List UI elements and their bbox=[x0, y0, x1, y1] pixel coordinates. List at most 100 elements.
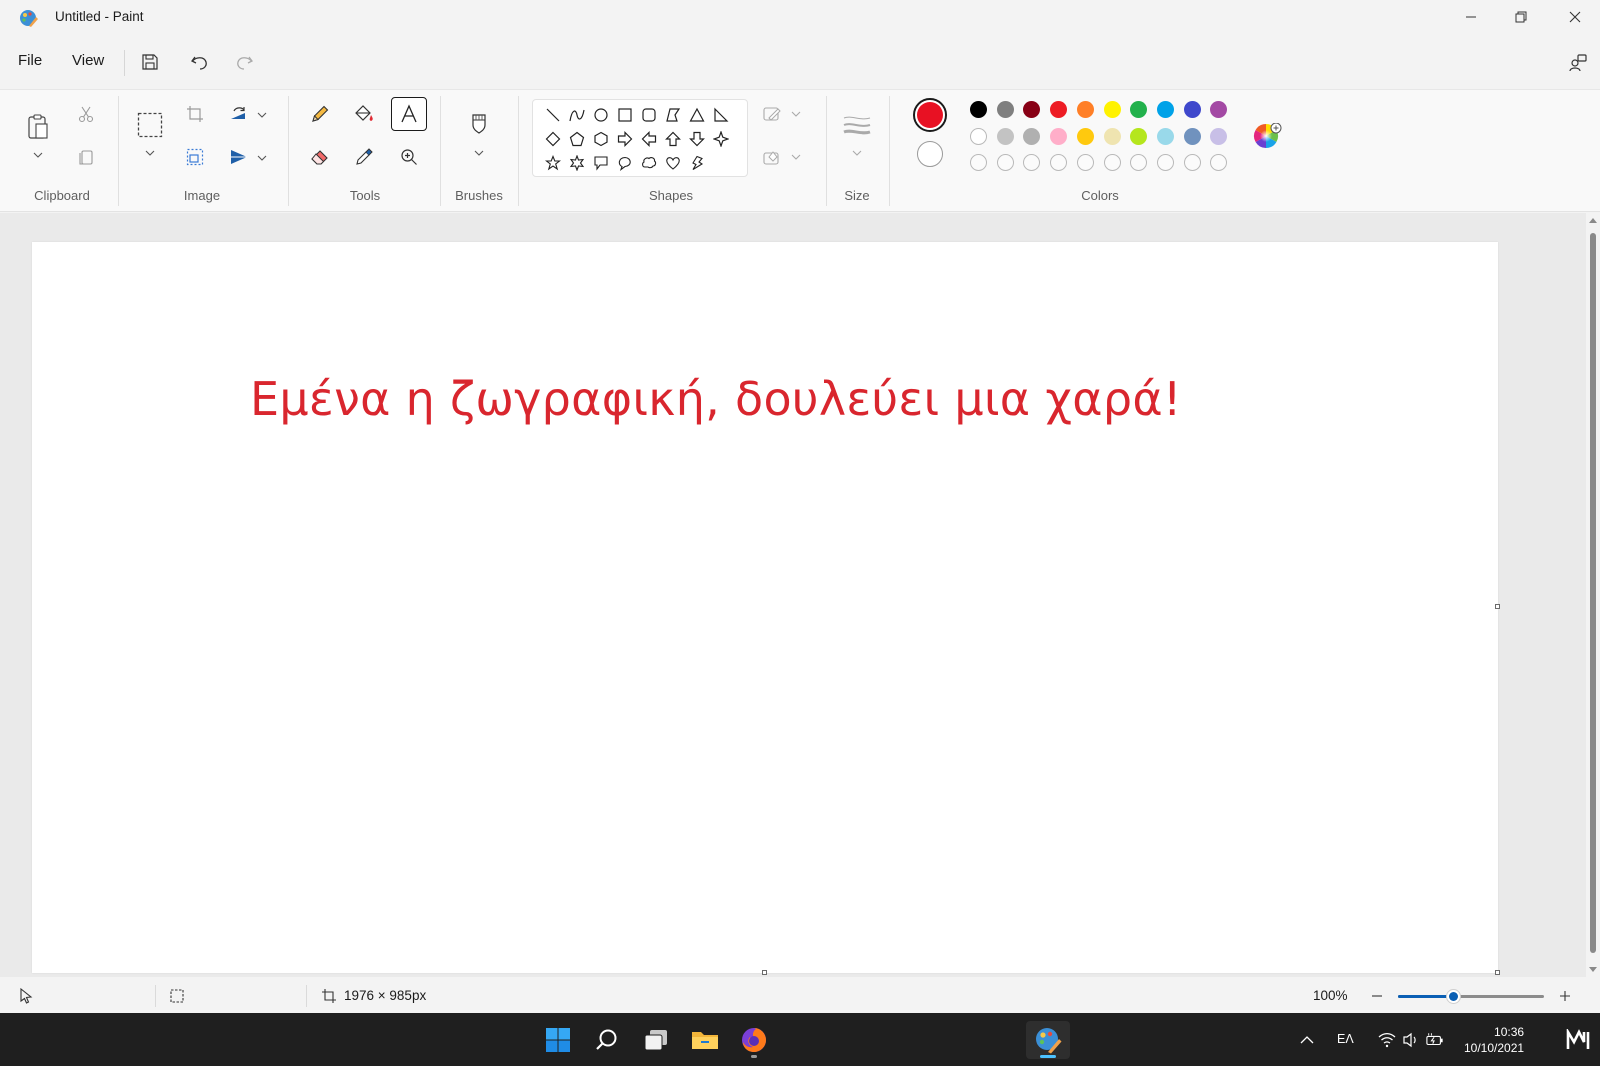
color-swatch[interactable] bbox=[1156, 154, 1174, 171]
curve-shape[interactable] bbox=[566, 104, 588, 126]
select-chevron-icon[interactable] bbox=[145, 148, 155, 158]
size-button[interactable] bbox=[840, 108, 874, 142]
six-point-star-shape[interactable] bbox=[566, 152, 588, 174]
color-swatch[interactable] bbox=[1130, 101, 1148, 118]
color-swatch[interactable] bbox=[1050, 154, 1068, 171]
text-tool[interactable] bbox=[391, 97, 427, 131]
color-swatch[interactable] bbox=[1210, 101, 1228, 118]
share-button[interactable] bbox=[1564, 50, 1592, 76]
cloud-callout-shape[interactable] bbox=[638, 152, 660, 174]
rotate-chevron-icon[interactable] bbox=[257, 110, 267, 120]
battery-icon[interactable] bbox=[1426, 1031, 1444, 1049]
color-swatch[interactable] bbox=[996, 101, 1014, 118]
color-swatch[interactable] bbox=[1023, 154, 1041, 171]
rotate-button[interactable] bbox=[223, 98, 255, 130]
scroll-up-arrow-icon[interactable] bbox=[1588, 215, 1598, 225]
volume-icon[interactable] bbox=[1402, 1031, 1420, 1049]
color-swatch[interactable] bbox=[1076, 127, 1094, 145]
up-arrow-shape[interactable] bbox=[662, 128, 684, 150]
paint-taskbar-button[interactable] bbox=[1026, 1021, 1070, 1059]
color-swatch[interactable] bbox=[1130, 154, 1148, 171]
color-swatch[interactable] bbox=[970, 101, 987, 118]
task-view-button[interactable] bbox=[636, 1021, 676, 1059]
color-swatch[interactable] bbox=[996, 127, 1014, 145]
color-swatch[interactable] bbox=[1130, 127, 1148, 145]
color-swatch[interactable] bbox=[1023, 101, 1041, 118]
save-button[interactable] bbox=[134, 47, 166, 77]
view-menu[interactable]: View bbox=[72, 52, 104, 69]
left-arrow-shape[interactable] bbox=[638, 128, 660, 150]
flip-button[interactable] bbox=[223, 141, 255, 173]
zoom-slider-thumb[interactable] bbox=[1445, 989, 1461, 1004]
four-point-star-shape[interactable] bbox=[710, 128, 732, 150]
secondary-color-button[interactable] bbox=[917, 141, 943, 167]
fill-shape-button[interactable] bbox=[760, 141, 804, 173]
color-swatch[interactable] bbox=[970, 127, 987, 145]
file-explorer-button[interactable] bbox=[685, 1021, 725, 1059]
paste-button[interactable] bbox=[21, 109, 55, 145]
brushes-chevron-icon[interactable] bbox=[474, 148, 484, 158]
pentagon-shape[interactable] bbox=[566, 128, 588, 150]
notification-center-icon[interactable] bbox=[1566, 1029, 1592, 1051]
outline-button[interactable] bbox=[760, 98, 804, 130]
resize-handle-right[interactable] bbox=[1495, 604, 1500, 609]
color-swatch[interactable] bbox=[1076, 101, 1094, 118]
close-button[interactable] bbox=[1550, 0, 1600, 34]
color-swatch[interactable] bbox=[1210, 127, 1228, 145]
color-swatch[interactable] bbox=[970, 154, 987, 171]
color-swatch[interactable] bbox=[1183, 101, 1201, 118]
firefox-button[interactable] bbox=[734, 1021, 774, 1059]
hexagon-shape[interactable] bbox=[590, 128, 612, 150]
color-swatch[interactable] bbox=[1103, 101, 1121, 118]
search-button[interactable] bbox=[587, 1021, 627, 1059]
color-swatch[interactable] bbox=[1183, 154, 1201, 171]
color-swatch[interactable] bbox=[1076, 154, 1094, 171]
oval-callout-shape[interactable] bbox=[614, 152, 636, 174]
color-swatch[interactable] bbox=[1156, 127, 1174, 145]
minimize-button[interactable] bbox=[1446, 0, 1496, 34]
rounded-rectangle-shape[interactable] bbox=[638, 104, 660, 126]
fill-tool[interactable] bbox=[348, 98, 380, 130]
five-point-star-shape[interactable] bbox=[542, 152, 564, 174]
color-swatch[interactable] bbox=[1210, 154, 1228, 171]
vertical-scrollbar[interactable] bbox=[1586, 213, 1600, 977]
zoom-slider[interactable] bbox=[1398, 989, 1544, 1004]
magnifier-tool[interactable] bbox=[393, 141, 425, 173]
drawing-canvas[interactable]: Εμένα η ζωγραφική, δουλεύει μια χαρά! bbox=[32, 242, 1500, 975]
system-clock[interactable]: 10:36 10/10/2021 bbox=[1464, 1024, 1524, 1056]
color-swatch[interactable] bbox=[1023, 127, 1041, 145]
polygon-shape[interactable] bbox=[662, 104, 684, 126]
scrollbar-thumb[interactable] bbox=[1590, 233, 1596, 953]
copy-button[interactable] bbox=[70, 141, 102, 173]
show-hidden-icons-chevron-icon[interactable] bbox=[1298, 1031, 1316, 1049]
down-arrow-shape[interactable] bbox=[686, 128, 708, 150]
color-swatch[interactable] bbox=[1050, 101, 1068, 118]
resize-handle-bottom[interactable] bbox=[762, 970, 767, 975]
line-shape[interactable] bbox=[542, 104, 564, 126]
input-language-indicator[interactable]: ΕΛ bbox=[1337, 1032, 1354, 1046]
restore-button[interactable] bbox=[1496, 0, 1546, 34]
right-triangle-shape[interactable] bbox=[710, 104, 732, 126]
redo-button[interactable] bbox=[228, 47, 260, 77]
color-swatch[interactable] bbox=[1156, 101, 1174, 118]
wifi-icon[interactable] bbox=[1378, 1031, 1396, 1049]
canvas-text[interactable]: Εμένα η ζωγραφική, δουλεύει μια χαρά! bbox=[250, 372, 1182, 426]
zoom-out-button[interactable] bbox=[1368, 987, 1386, 1005]
file-menu[interactable]: File bbox=[18, 52, 42, 69]
color-swatch[interactable] bbox=[1050, 127, 1068, 145]
right-arrow-shape[interactable] bbox=[614, 128, 636, 150]
undo-button[interactable] bbox=[184, 47, 216, 77]
color-swatch[interactable] bbox=[996, 154, 1014, 171]
color-swatch[interactable] bbox=[1183, 127, 1201, 145]
color-swatch[interactable] bbox=[1103, 154, 1121, 171]
paste-chevron-icon[interactable] bbox=[33, 150, 43, 160]
resize-handle-corner[interactable] bbox=[1495, 970, 1500, 975]
lightning-shape[interactable] bbox=[686, 152, 708, 174]
start-button[interactable] bbox=[538, 1021, 578, 1059]
edit-colors-button[interactable] bbox=[1253, 123, 1283, 153]
rectangle-shape[interactable] bbox=[614, 104, 636, 126]
heart-shape[interactable] bbox=[662, 152, 684, 174]
select-button[interactable] bbox=[133, 108, 167, 142]
zoom-in-button[interactable] bbox=[1556, 987, 1574, 1005]
resize-button[interactable] bbox=[179, 141, 211, 173]
